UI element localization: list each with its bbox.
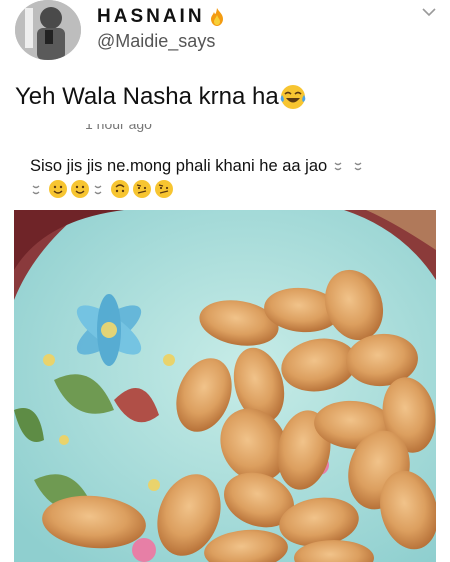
quoted-text: Siso jis jis ne.mong phali khani he aa j… — [30, 157, 328, 175]
tweet-text-row: Yeh Wala Nasha krna ha — [15, 83, 307, 111]
user-handle[interactable]: @Maidie_says — [97, 31, 215, 52]
attached-photo[interactable] — [14, 210, 436, 562]
relieved-face-icon — [32, 185, 40, 195]
quoted-timestamp-cropped: 1 hour ago — [85, 124, 152, 132]
display-name-text: HASNAIN — [97, 6, 205, 27]
fire-icon — [210, 8, 223, 26]
laughing-tears-icon — [280, 85, 306, 109]
avatar-image — [15, 0, 81, 60]
almonds-photo — [14, 210, 436, 562]
confused-face-icon — [155, 180, 173, 198]
relieved-face-icon — [94, 185, 102, 195]
quoted-emoji-row — [30, 179, 430, 199]
smiling-face-icon — [71, 180, 89, 198]
smiling-face-icon — [49, 180, 67, 198]
relieved-face-icons — [334, 162, 362, 171]
display-name[interactable]: HASNAIN — [97, 6, 227, 28]
upside-down-face-icon — [111, 180, 129, 198]
chevron-down-icon[interactable] — [421, 5, 437, 19]
quoted-text-row: Siso jis jis ne.mong phali khani he aa j… — [30, 153, 430, 179]
confused-face-icon — [133, 180, 151, 198]
tweet-text: Yeh Wala Nasha krna ha — [15, 83, 279, 110]
avatar[interactable] — [15, 0, 81, 60]
quoted-tweet[interactable]: Siso jis jis ne.mong phali khani he aa j… — [30, 153, 430, 199]
